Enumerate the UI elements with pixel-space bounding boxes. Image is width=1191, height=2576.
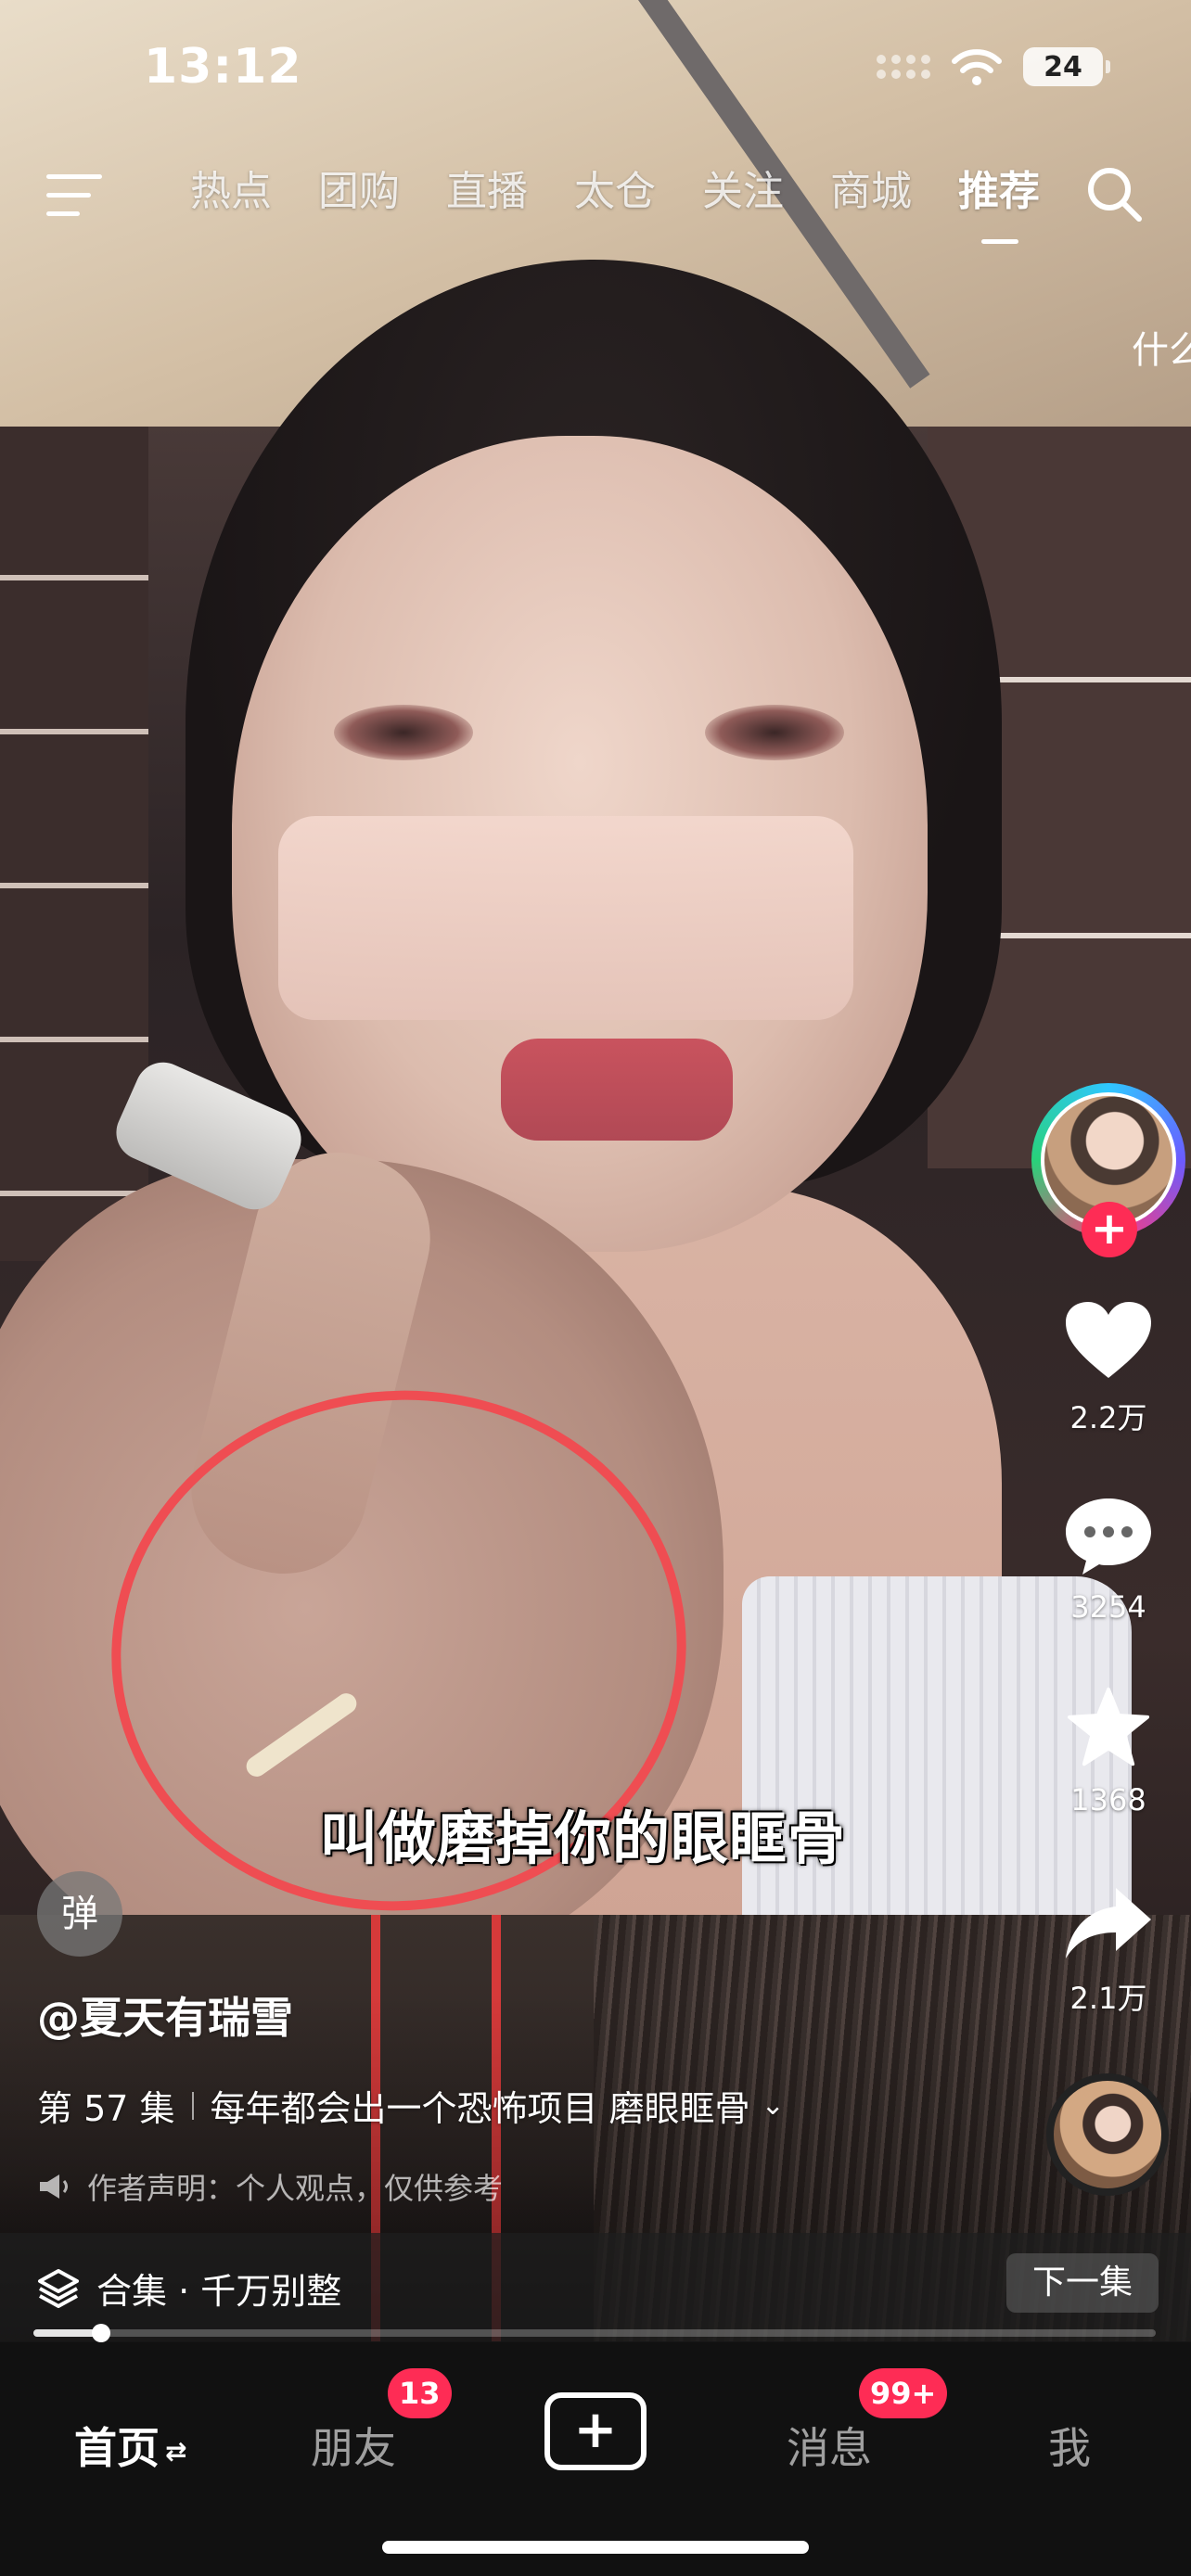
tab-hot[interactable]: 热点 [167, 159, 295, 224]
like-count: 2.2万 [1069, 1400, 1147, 1435]
wifi-icon [952, 49, 1002, 85]
peek-caption-text: 什么 [1132, 329, 1191, 372]
progress-handle[interactable] [91, 2324, 110, 2342]
video-progress-bar[interactable] [33, 2324, 1156, 2342]
progress-fill [33, 2329, 101, 2337]
tab-group-buy[interactable]: 团购 [295, 159, 423, 224]
comment-button[interactable]: 3254 [1057, 1493, 1159, 1625]
tab-live[interactable]: 直播 [423, 159, 551, 224]
next-episode-button[interactable]: 下一集 [1005, 2253, 1159, 2313]
tab-recommend[interactable]: 推荐 [935, 159, 1063, 244]
star-icon [1067, 1687, 1150, 1766]
feed-tabs: 热点 团购 直播 太仓 关注 商城 推荐 [167, 159, 1063, 244]
share-count: 2.1万 [1069, 1981, 1147, 2016]
home-indicator [382, 2541, 809, 2554]
tab-local[interactable]: 太仓 [551, 159, 679, 224]
follow-button[interactable]: + [1082, 1202, 1137, 1257]
chevron-down-icon: ⌄ [761, 2089, 785, 2122]
author-disclaimer: 作者声明：个人观点，仅供参考 [37, 2165, 503, 2208]
tab-following[interactable]: 关注 [679, 159, 807, 224]
tab-me[interactable]: 我 [1048, 2415, 1091, 2476]
music-disc-icon[interactable] [1046, 2073, 1169, 2196]
author-name[interactable]: @夏天有瑞雪 [37, 1984, 293, 2046]
video-title: 每年都会出一个恐怖项目 磨眼眶骨 [210, 2088, 750, 2129]
comment-count: 3254 [1070, 1589, 1146, 1625]
cellular-signal-icon [877, 55, 930, 79]
like-button[interactable]: 2.2万 [1057, 1298, 1159, 1437]
collection-label: 合集 · 千万别整 [96, 2271, 342, 2312]
video-subtitle: 叫做磨掉你的眼眶骨 [320, 1804, 847, 1872]
refresh-icon: ⇄ [165, 2436, 187, 2467]
layers-icon [38, 2268, 79, 2308]
episode-number: 第 57 集 [37, 2088, 175, 2129]
douyin-screen: 13:12 24 热点 团购 直播 太仓 关注 商城 推荐 什么 + 2.2万 … [0, 0, 1191, 2576]
comment-icon [1066, 1498, 1151, 1575]
collection-bar[interactable]: 合集 · 千万别整 下一集 [0, 2233, 1191, 2342]
tab-mall[interactable]: 商城 [807, 159, 935, 224]
tab-home[interactable]: 首页 ⇄ [74, 2415, 186, 2476]
episode-line[interactable]: 第 57 集 每年都会出一个恐怖项目 磨眼眶骨 ⌄ [37, 2080, 785, 2131]
tab-friends[interactable]: 朋友 [311, 2415, 396, 2476]
search-icon[interactable] [1083, 163, 1146, 226]
messages-badge: 99+ [859, 2368, 948, 2418]
status-time: 13:12 [144, 39, 302, 95]
favorite-count: 1368 [1070, 1782, 1146, 1817]
publish-button[interactable]: + [544, 2392, 647, 2470]
menu-icon[interactable] [46, 169, 106, 221]
battery-icon: 24 [1023, 47, 1110, 86]
favorite-button[interactable]: 1368 [1057, 1686, 1159, 1817]
share-button[interactable]: 2.1万 [1057, 1884, 1159, 2018]
megaphone-icon [40, 2174, 68, 2199]
status-icons: 24 [877, 46, 1110, 87]
mosaic-blur [278, 816, 853, 1020]
share-arrow-icon [1066, 1888, 1151, 1958]
heart-icon [1066, 1302, 1151, 1378]
danmaku-toggle[interactable]: 弹 [37, 1871, 122, 1957]
tab-messages[interactable]: 消息 [787, 2415, 872, 2476]
top-nav: 热点 团购 直播 太仓 关注 商城 推荐 [0, 159, 1191, 252]
friends-badge: 13 [388, 2368, 452, 2418]
